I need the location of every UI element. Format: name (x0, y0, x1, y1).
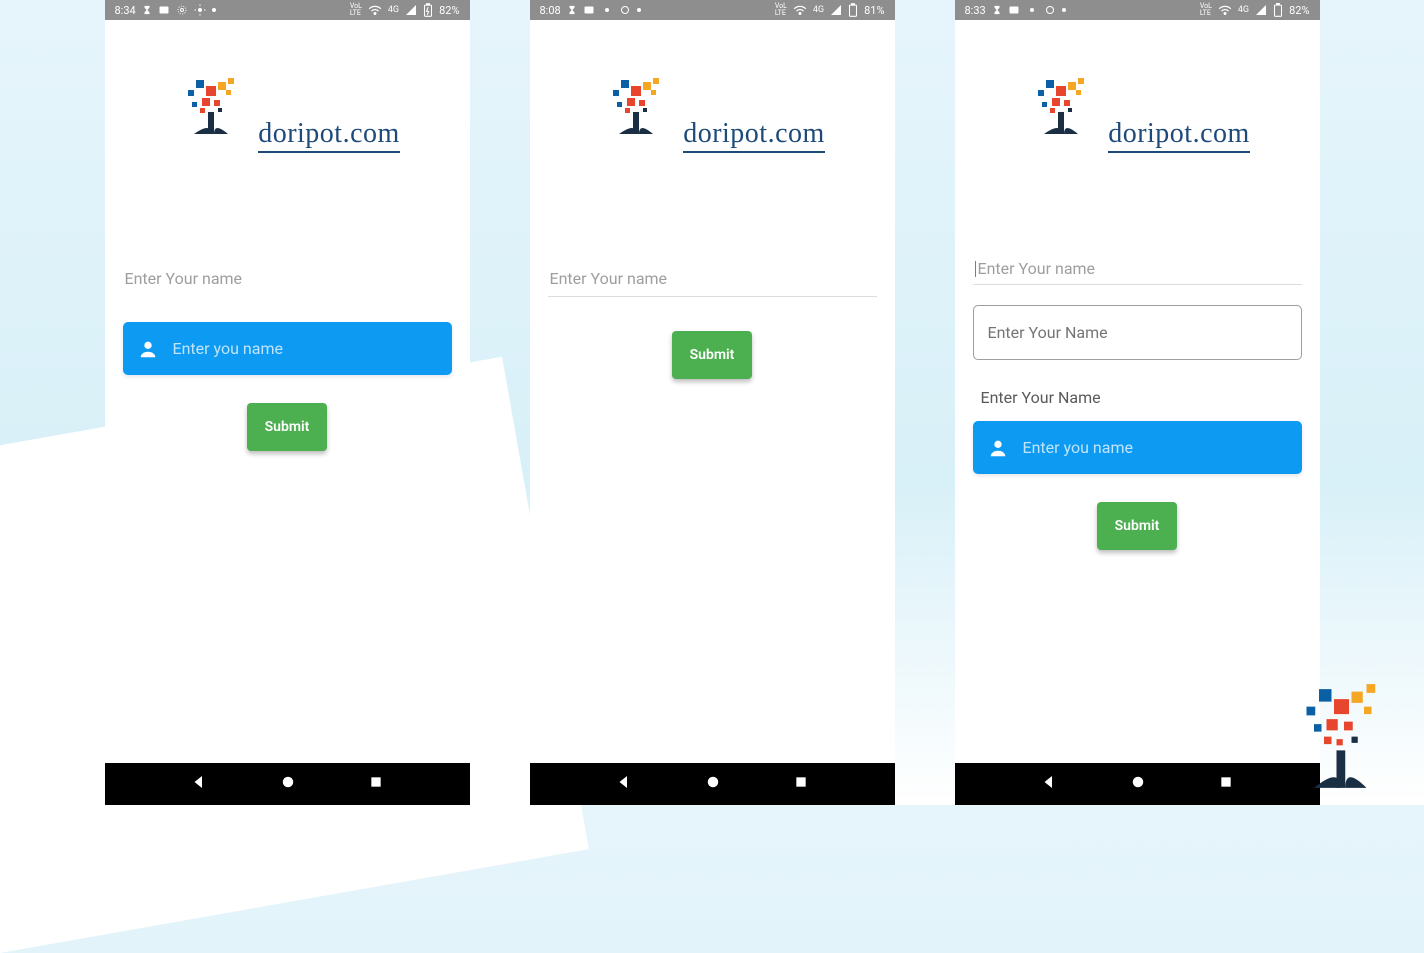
outlined-placeholder: Enter Your Name (988, 323, 1108, 342)
wave-decor (105, 643, 470, 763)
wave-decor (955, 643, 1320, 763)
logo-icon (174, 72, 254, 142)
android-nav-bar (955, 763, 1320, 805)
brand-text: doripot.com (1108, 118, 1250, 153)
nav-back-icon[interactable] (615, 773, 633, 795)
dot-icon (1062, 8, 1066, 12)
sun-icon (194, 4, 206, 16)
gear-icon (176, 4, 188, 16)
message-icon (583, 4, 595, 16)
network-label: 4G (813, 5, 824, 15)
logo-icon (1024, 72, 1104, 142)
hourglass-icon (142, 5, 152, 15)
battery-icon (1273, 3, 1283, 17)
nav-back-icon[interactable] (1040, 773, 1058, 795)
nav-home-icon[interactable] (704, 773, 722, 795)
network-label: 4G (388, 5, 399, 15)
submit-button[interactable]: Submit (247, 403, 328, 451)
phone-row: 8:34 VoLLTE (0, 0, 1424, 805)
placeholder-text: Enter Your name (978, 259, 1096, 278)
nav-recent-icon[interactable] (793, 774, 809, 794)
app-body: doripot.com Enter Your name Enter Your N… (955, 20, 1320, 763)
brand-text: doripot.com (258, 118, 400, 153)
person-icon (137, 338, 159, 360)
gear-icon (619, 4, 631, 16)
filled-placeholder: Enter you name (173, 339, 283, 358)
nav-back-icon[interactable] (190, 773, 208, 795)
person-icon (987, 437, 1009, 459)
dot-icon (212, 8, 216, 12)
logo-block: doripot.com (548, 72, 877, 153)
nav-home-icon[interactable] (279, 773, 297, 795)
app-body: doripot.com Enter Your name Enter you na… (105, 20, 470, 763)
logo-block: doripot.com (123, 72, 452, 153)
message-icon (1008, 4, 1020, 16)
filled-placeholder: Enter you name (1023, 438, 1133, 457)
network-label: 4G (1238, 5, 1249, 15)
battery-percent: 82% (1289, 4, 1309, 17)
wifi-icon (793, 4, 807, 16)
lte-icon: VoLLTE (350, 3, 362, 17)
nav-recent-icon[interactable] (368, 774, 384, 794)
lte-icon: VoLLTE (1200, 3, 1212, 17)
phone-screen-1: 8:34 VoLLTE (105, 0, 470, 805)
nav-home-icon[interactable] (1129, 773, 1147, 795)
submit-button[interactable]: Submit (1097, 502, 1178, 550)
android-nav-bar (105, 763, 470, 805)
submit-button[interactable]: Submit (672, 331, 753, 379)
text-cursor (975, 261, 976, 277)
status-bar: 8:34 VoLLTE (105, 0, 470, 20)
battery-icon (848, 3, 858, 17)
dot-icon (637, 8, 641, 12)
name-label: Enter Your Name (973, 388, 1302, 407)
name-input-underline[interactable]: Enter Your name (548, 261, 877, 297)
battery-percent: 81% (864, 4, 884, 17)
status-bar: 8:08 VoLLTE 4G 81% (530, 0, 895, 20)
status-time: 8:34 (115, 4, 136, 17)
wifi-icon (368, 4, 382, 16)
gear-icon (1044, 4, 1056, 16)
name-input-filled[interactable]: Enter you name (123, 322, 452, 375)
name-input-underline-focused[interactable]: Enter Your name (973, 253, 1302, 285)
wifi-icon (1218, 4, 1232, 16)
corner-logo (1294, 681, 1394, 805)
logo-block: doripot.com (973, 72, 1302, 153)
phone-screen-3: 8:33 VoLLTE 4G 82% (955, 0, 1320, 805)
signal-icon (830, 4, 842, 16)
lte-icon: VoLLTE (775, 3, 787, 17)
status-time: 8:08 (540, 4, 561, 17)
sun-icon (601, 4, 613, 16)
battery-percent: 82% (439, 4, 459, 17)
sun-icon (1026, 4, 1038, 16)
battery-icon (423, 3, 433, 17)
name-input-filled[interactable]: Enter you name (973, 421, 1302, 474)
status-time: 8:33 (965, 4, 986, 17)
signal-icon (1255, 4, 1267, 16)
logo-icon (599, 72, 679, 142)
name-input-underline[interactable]: Enter Your name (123, 261, 452, 296)
status-bar: 8:33 VoLLTE 4G 82% (955, 0, 1320, 20)
hourglass-icon (992, 5, 1002, 15)
message-icon (158, 4, 170, 16)
app-body: doripot.com Enter Your name Submit (530, 20, 895, 763)
hourglass-icon (567, 5, 577, 15)
android-nav-bar (530, 763, 895, 805)
phone-screen-2: 8:08 VoLLTE 4G 81% (530, 0, 895, 805)
nav-recent-icon[interactable] (1218, 774, 1234, 794)
signal-icon (405, 4, 417, 16)
name-input-outlined[interactable]: Enter Your Name (973, 305, 1302, 360)
brand-text: doripot.com (683, 118, 825, 153)
wave-decor (530, 643, 895, 763)
